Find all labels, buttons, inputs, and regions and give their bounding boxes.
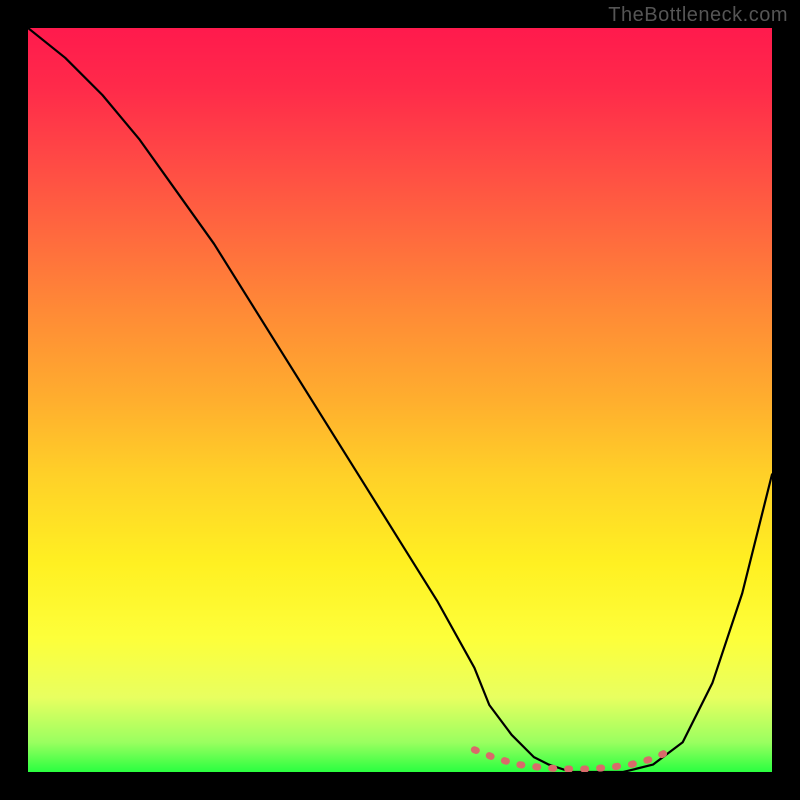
watermark-text: TheBottleneck.com (608, 4, 788, 27)
bottleneck-curve-path (28, 28, 772, 772)
chart-svg (28, 28, 772, 772)
chart-plot-area (28, 28, 772, 772)
